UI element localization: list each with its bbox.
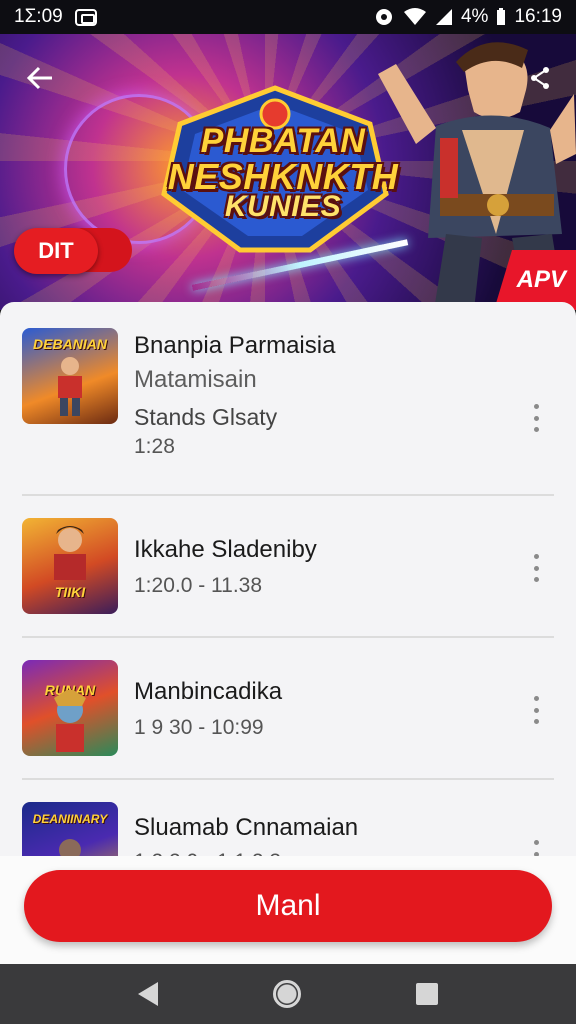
battery-icon — [497, 8, 506, 25]
more-options-button[interactable] — [526, 400, 546, 436]
item-title: Ikkahe Sladeniby — [134, 536, 317, 563]
thumbnail-title: DEANIINARY — [32, 812, 108, 826]
system-nav-bar — [0, 964, 576, 1024]
nav-home-icon[interactable] — [272, 980, 301, 1008]
battery-level: 4% — [460, 6, 489, 27]
item-time: 1 9 30 - 10:99 — [134, 716, 264, 739]
more-options-button[interactable] — [526, 550, 546, 586]
item-thumbnail: DEANIINARY — [22, 802, 118, 858]
more-options-button[interactable] — [526, 836, 546, 858]
item-title: Bnanpia Parmaisia — [134, 332, 336, 359]
thumbnail-title: DEBANIAN — [33, 336, 107, 352]
thumbnail-character — [58, 357, 82, 416]
list-item[interactable]: DEANIINARY Sluamab Cnnamaian 1 2 2 0 - 1… — [0, 780, 576, 858]
thumbnail-character — [54, 526, 86, 580]
item-subtitle: Matamisain — [134, 366, 257, 393]
list-item[interactable]: RUNAN Manbincadika 1 9 30 - 10:99 — [0, 638, 576, 778]
bottom-action-area: Manl — [0, 856, 576, 964]
back-button[interactable] — [18, 56, 62, 100]
nav-back-icon[interactable] — [137, 982, 158, 1006]
share-icon — [531, 67, 549, 89]
thumbnail-character — [59, 839, 81, 858]
item-thumbnail: DEBANIAN — [22, 328, 118, 424]
share-button[interactable] — [520, 58, 560, 98]
list-item[interactable]: TIIKI Ikkahe Sladeniby 1:20.0 - 11.38 — [0, 496, 576, 636]
wifi-icon — [403, 8, 426, 25]
screen-cast-icon — [74, 8, 97, 26]
item-thumbnail: RUNAN — [22, 660, 118, 756]
item-thumbnail: TIIKI — [22, 518, 118, 614]
more-options-button[interactable] — [526, 692, 546, 728]
notification-icon — [375, 9, 392, 25]
signal-icon — [435, 9, 452, 25]
item-time: 1:28 — [134, 435, 175, 458]
hero-pill-button[interactable]: DIT — [14, 228, 98, 274]
content-list: DEBANIAN Bnanpia Parmaisia Matamisain St… — [0, 302, 576, 858]
item-time: 1:20.0 - 11.38 — [134, 574, 263, 597]
hero-banner: PHBATAN NESHKNKTH KUNIES DIT APV — [0, 34, 576, 310]
item-title: Manbincadika — [134, 678, 283, 705]
thumbnail-character — [54, 690, 86, 752]
nav-recents-icon[interactable] — [416, 983, 439, 1005]
item-title: Sluamab Cnnamaian — [134, 814, 359, 841]
status-time-left: 1Σ:09 — [14, 6, 63, 27]
main-action-button[interactable]: Manl — [24, 870, 552, 942]
list-item[interactable]: DEBANIAN Bnanpia Parmaisia Matamisain St… — [0, 302, 576, 494]
status-bar: 1Σ:09 4% 16:19 — [0, 0, 576, 34]
arrow-left-icon — [26, 66, 52, 90]
status-time-right: 16:19 — [514, 6, 562, 27]
item-meta: Stands Glsaty — [134, 404, 278, 430]
